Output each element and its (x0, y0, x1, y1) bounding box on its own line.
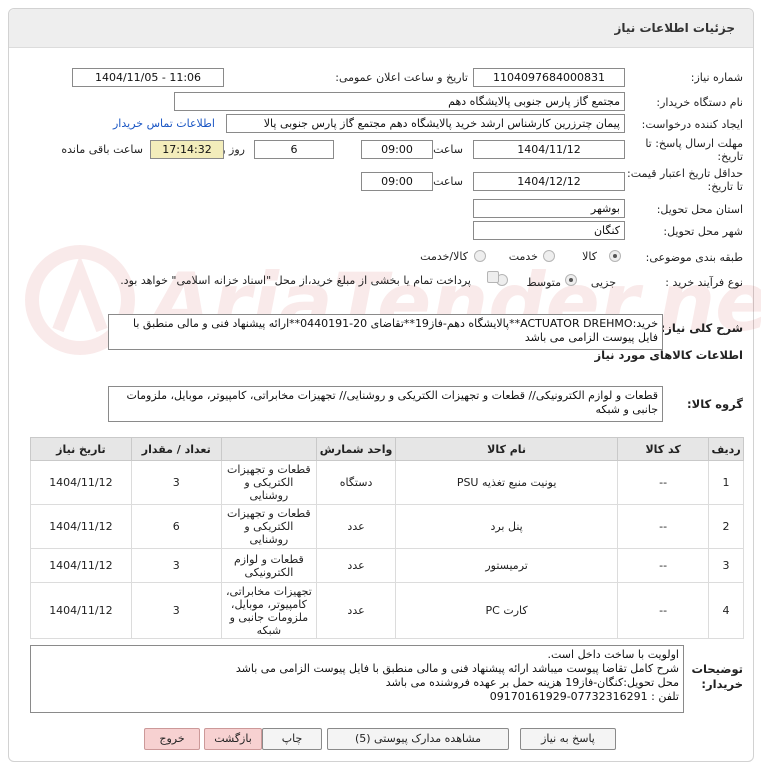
validity-label: حداقل تاریخ اعتبار قیمت: تا تاریخ: (627, 167, 743, 193)
cell-row: 2 (708, 504, 744, 549)
cell-name: پنل برد (395, 504, 619, 549)
process-label: نوع فرآیند خرید : (665, 276, 743, 289)
header-group-column (220, 437, 318, 461)
header-row-number: ردیف (708, 437, 744, 461)
cell-quantity: 3 (130, 582, 222, 639)
table-row: 4 -- کارت PC عدد تجهیزات مخابراتی، کامپی… (30, 582, 744, 639)
cell-quantity: 3 (130, 460, 222, 505)
header-name: نام کالا (395, 437, 619, 461)
table-row: 2 -- پنل برد عدد قطعات و تجهیزات الکتریک… (30, 504, 744, 549)
days-field: 6 (254, 140, 334, 159)
deadline-time-field: 09:00 (361, 140, 433, 159)
exit-button[interactable]: خروج (144, 728, 200, 750)
goods-group-label: گروه کالا: (687, 397, 743, 411)
buyer-notes-label-line2: خریدار: (701, 677, 743, 691)
cell-name: ترمیستور (395, 548, 619, 583)
table-row: 3 -- ترمیستور عدد قطعات و لوازم الکترونی… (30, 548, 744, 583)
category-option-goods: کالا (582, 250, 597, 263)
validity-date-field: 1404/12/12 (473, 172, 625, 191)
cell-row: 1 (708, 460, 744, 505)
process-option-minor: جزیی (590, 276, 616, 289)
buyer-org-label: نام دستگاه خریدار: (656, 96, 743, 109)
category-option-goods-service: کالا/خدمت (420, 250, 468, 263)
page-title: جزئیات اطلاعات نیاز (614, 21, 735, 35)
remaining-time-label: ساعت باقی مانده (61, 143, 143, 156)
cell-unit: دستگاه (316, 460, 397, 505)
cell-code: -- (617, 504, 710, 549)
items-table: ردیف کد کالا نام کالا واحد شمارش تعداد /… (30, 437, 744, 639)
validity-time-label: ساعت (433, 175, 463, 188)
need-number-label: شماره نیاز: (690, 71, 743, 84)
validity-time-field: 09:00 (361, 172, 433, 191)
reply-button[interactable]: پاسخ به نیاز (520, 728, 616, 750)
cell-row: 4 (708, 582, 744, 639)
view-attachments-button[interactable]: مشاهده مدارک پیوستی (5) (327, 728, 509, 750)
deadline-date-field: 1404/11/12 (473, 140, 625, 159)
category-radio-service[interactable] (543, 250, 555, 262)
buyer-note-line: شرح کامل تقاضا پیوست میباشد ارائه پیشنها… (235, 662, 679, 675)
title-bar: جزئیات اطلاعات نیاز (9, 9, 753, 48)
cell-unit: عدد (316, 548, 397, 583)
requester-field: پیمان چترزرین کارشناس ارشد خرید پالایشگا… (226, 114, 625, 133)
header-date: تاریخ نیاز (30, 437, 132, 461)
cell-unit: عدد (316, 504, 397, 549)
category-radio-goods[interactable] (609, 250, 621, 262)
buyer-org-field: مجتمع گاز پارس جنوبی پالایشگاه دهم (174, 92, 625, 111)
category-radio-goods-service[interactable] (474, 250, 486, 262)
header-unit: واحد شمارش (316, 437, 397, 461)
cell-date: 1404/11/12 (30, 504, 132, 549)
announce-field: 1404/11/05 - 11:06 (72, 68, 224, 87)
process-radio-minor[interactable] (565, 274, 577, 286)
cell-code: -- (617, 582, 710, 639)
deadline-label: مهلت ارسال پاسخ: تا تاریخ: (645, 137, 743, 163)
cell-date: 1404/11/12 (30, 460, 132, 505)
table-row: 1 -- یونیت منبع تغذیه PSU دستگاه قطعات و… (30, 460, 744, 505)
cell-code: -- (617, 460, 710, 505)
buyer-note-line: اولویت با ساخت داخل است. (547, 648, 680, 661)
cell-quantity: 3 (130, 548, 222, 583)
announce-label: تاریخ و ساعت اعلان عمومی: (335, 71, 468, 84)
buyer-notes-box: اولویت با ساخت داخل است. شرح کامل تقاضا … (30, 645, 684, 713)
province-label: استان محل تحویل: (656, 203, 743, 216)
back-button[interactable]: بازگشت (204, 728, 262, 750)
treasury-bond-checkbox[interactable] (487, 271, 499, 283)
treasury-bond-text: پرداخت تمام یا بخشی از مبلغ خرید،از محل … (120, 274, 471, 287)
requester-label: ایجاد کننده درخواست: (641, 118, 743, 131)
cell-row: 3 (708, 548, 744, 583)
description-label: شرح کلی نیاز: (660, 321, 743, 335)
goods-info-title: اطلاعات کالاهای مورد نیاز (594, 348, 743, 362)
cell-code: -- (617, 548, 710, 583)
cell-group: قطعات و لوازم الکترونیکی (220, 548, 318, 583)
need-number-field: 1104097684000831 (473, 68, 625, 87)
remaining-time-field: 17:14:32 (150, 140, 224, 159)
buyer-notes-label-line1: توضیحات (691, 662, 744, 676)
buyer-contact-link[interactable]: اطلاعات تماس خریدار (113, 117, 215, 130)
cell-date: 1404/11/12 (30, 548, 132, 583)
cell-quantity: 6 (130, 504, 222, 549)
header-quantity: تعداد / مقدار (130, 437, 222, 461)
process-option-medium: متوسط (526, 276, 561, 289)
cell-group: تجهیزات مخابراتی، کامپیوتر، موبایل، ملزو… (220, 582, 318, 639)
goods-group-text: قطعات و لوازم الکترونیکی// قطعات و تجهیز… (108, 386, 663, 422)
category-option-service: خدمت (508, 250, 538, 263)
buyer-note-line: محل تحویل:کنگان-فاز19 هزینه حمل بر عهده … (385, 676, 679, 689)
table-header-row: ردیف کد کالا نام کالا واحد شمارش تعداد /… (30, 437, 744, 461)
city-label: شهر محل تحویل: (663, 225, 743, 238)
header-code: کد کالا (617, 437, 710, 461)
description-text: خرید:ACTUATOR DREHMO**پالایشگاه دهم-فاز1… (108, 314, 663, 350)
buyer-note-line: تلفن : 07732316291-09170161929 (489, 690, 679, 703)
cell-group: قطعات و تجهیزات الکتریکی و روشنایی (220, 504, 318, 549)
province-field: بوشهر (473, 199, 625, 218)
city-field: کنگان (473, 221, 625, 240)
cell-name: کارت PC (395, 582, 619, 639)
category-label: طبقه بندی موضوعی: (645, 251, 743, 264)
cell-unit: عدد (316, 582, 397, 639)
cell-group: قطعات و تجهیزات الکتریکی و روشنایی (220, 460, 318, 505)
deadline-time-label: ساعت (433, 143, 463, 156)
cell-date: 1404/11/12 (30, 582, 132, 639)
print-button[interactable]: چاپ (262, 728, 322, 750)
cell-name: یونیت منبع تغذیه PSU (395, 460, 619, 505)
